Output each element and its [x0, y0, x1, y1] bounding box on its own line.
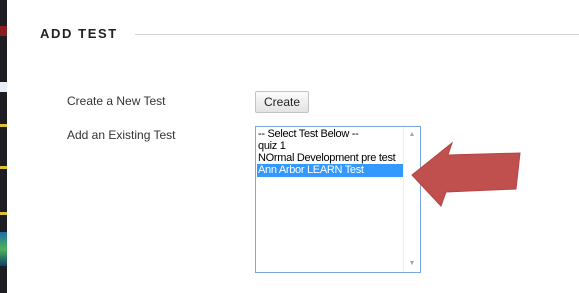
- add-existing-test-label: Add an Existing Test: [67, 128, 176, 142]
- red-arrow-pointer-icon: [411, 141, 521, 207]
- page: ADD TEST Create a New Test Create Add an…: [0, 0, 579, 293]
- scroll-down-arrow-icon[interactable]: ▼: [404, 256, 420, 272]
- list-option[interactable]: -- Select Test Below --: [257, 128, 404, 140]
- section-title: ADD TEST: [40, 26, 118, 41]
- sidebar-marker: [0, 26, 7, 36]
- create-new-test-label: Create a New Test: [67, 94, 166, 108]
- sidebar-marker: [0, 166, 7, 169]
- create-button[interactable]: Create: [255, 91, 309, 113]
- existing-test-listbox[interactable]: -- Select Test Below -- quiz 1 NOrmal De…: [255, 126, 421, 273]
- arrow-shape: [411, 141, 521, 207]
- sidebar-marker: [0, 124, 7, 127]
- listbox-options: -- Select Test Below -- quiz 1 NOrmal De…: [257, 128, 404, 177]
- sidebar-marker: [0, 232, 7, 266]
- list-option[interactable]: quiz 1: [257, 140, 404, 152]
- list-option-selected[interactable]: Ann Arbor LEARN Test: [257, 164, 404, 177]
- section-header: ADD TEST: [40, 26, 579, 42]
- sidebar-marker: [0, 82, 7, 92]
- left-sidebar-edge: [0, 0, 7, 293]
- list-option[interactable]: NOrmal Development pre test: [257, 152, 404, 164]
- sidebar-marker: [0, 212, 7, 215]
- section-divider: [135, 34, 579, 35]
